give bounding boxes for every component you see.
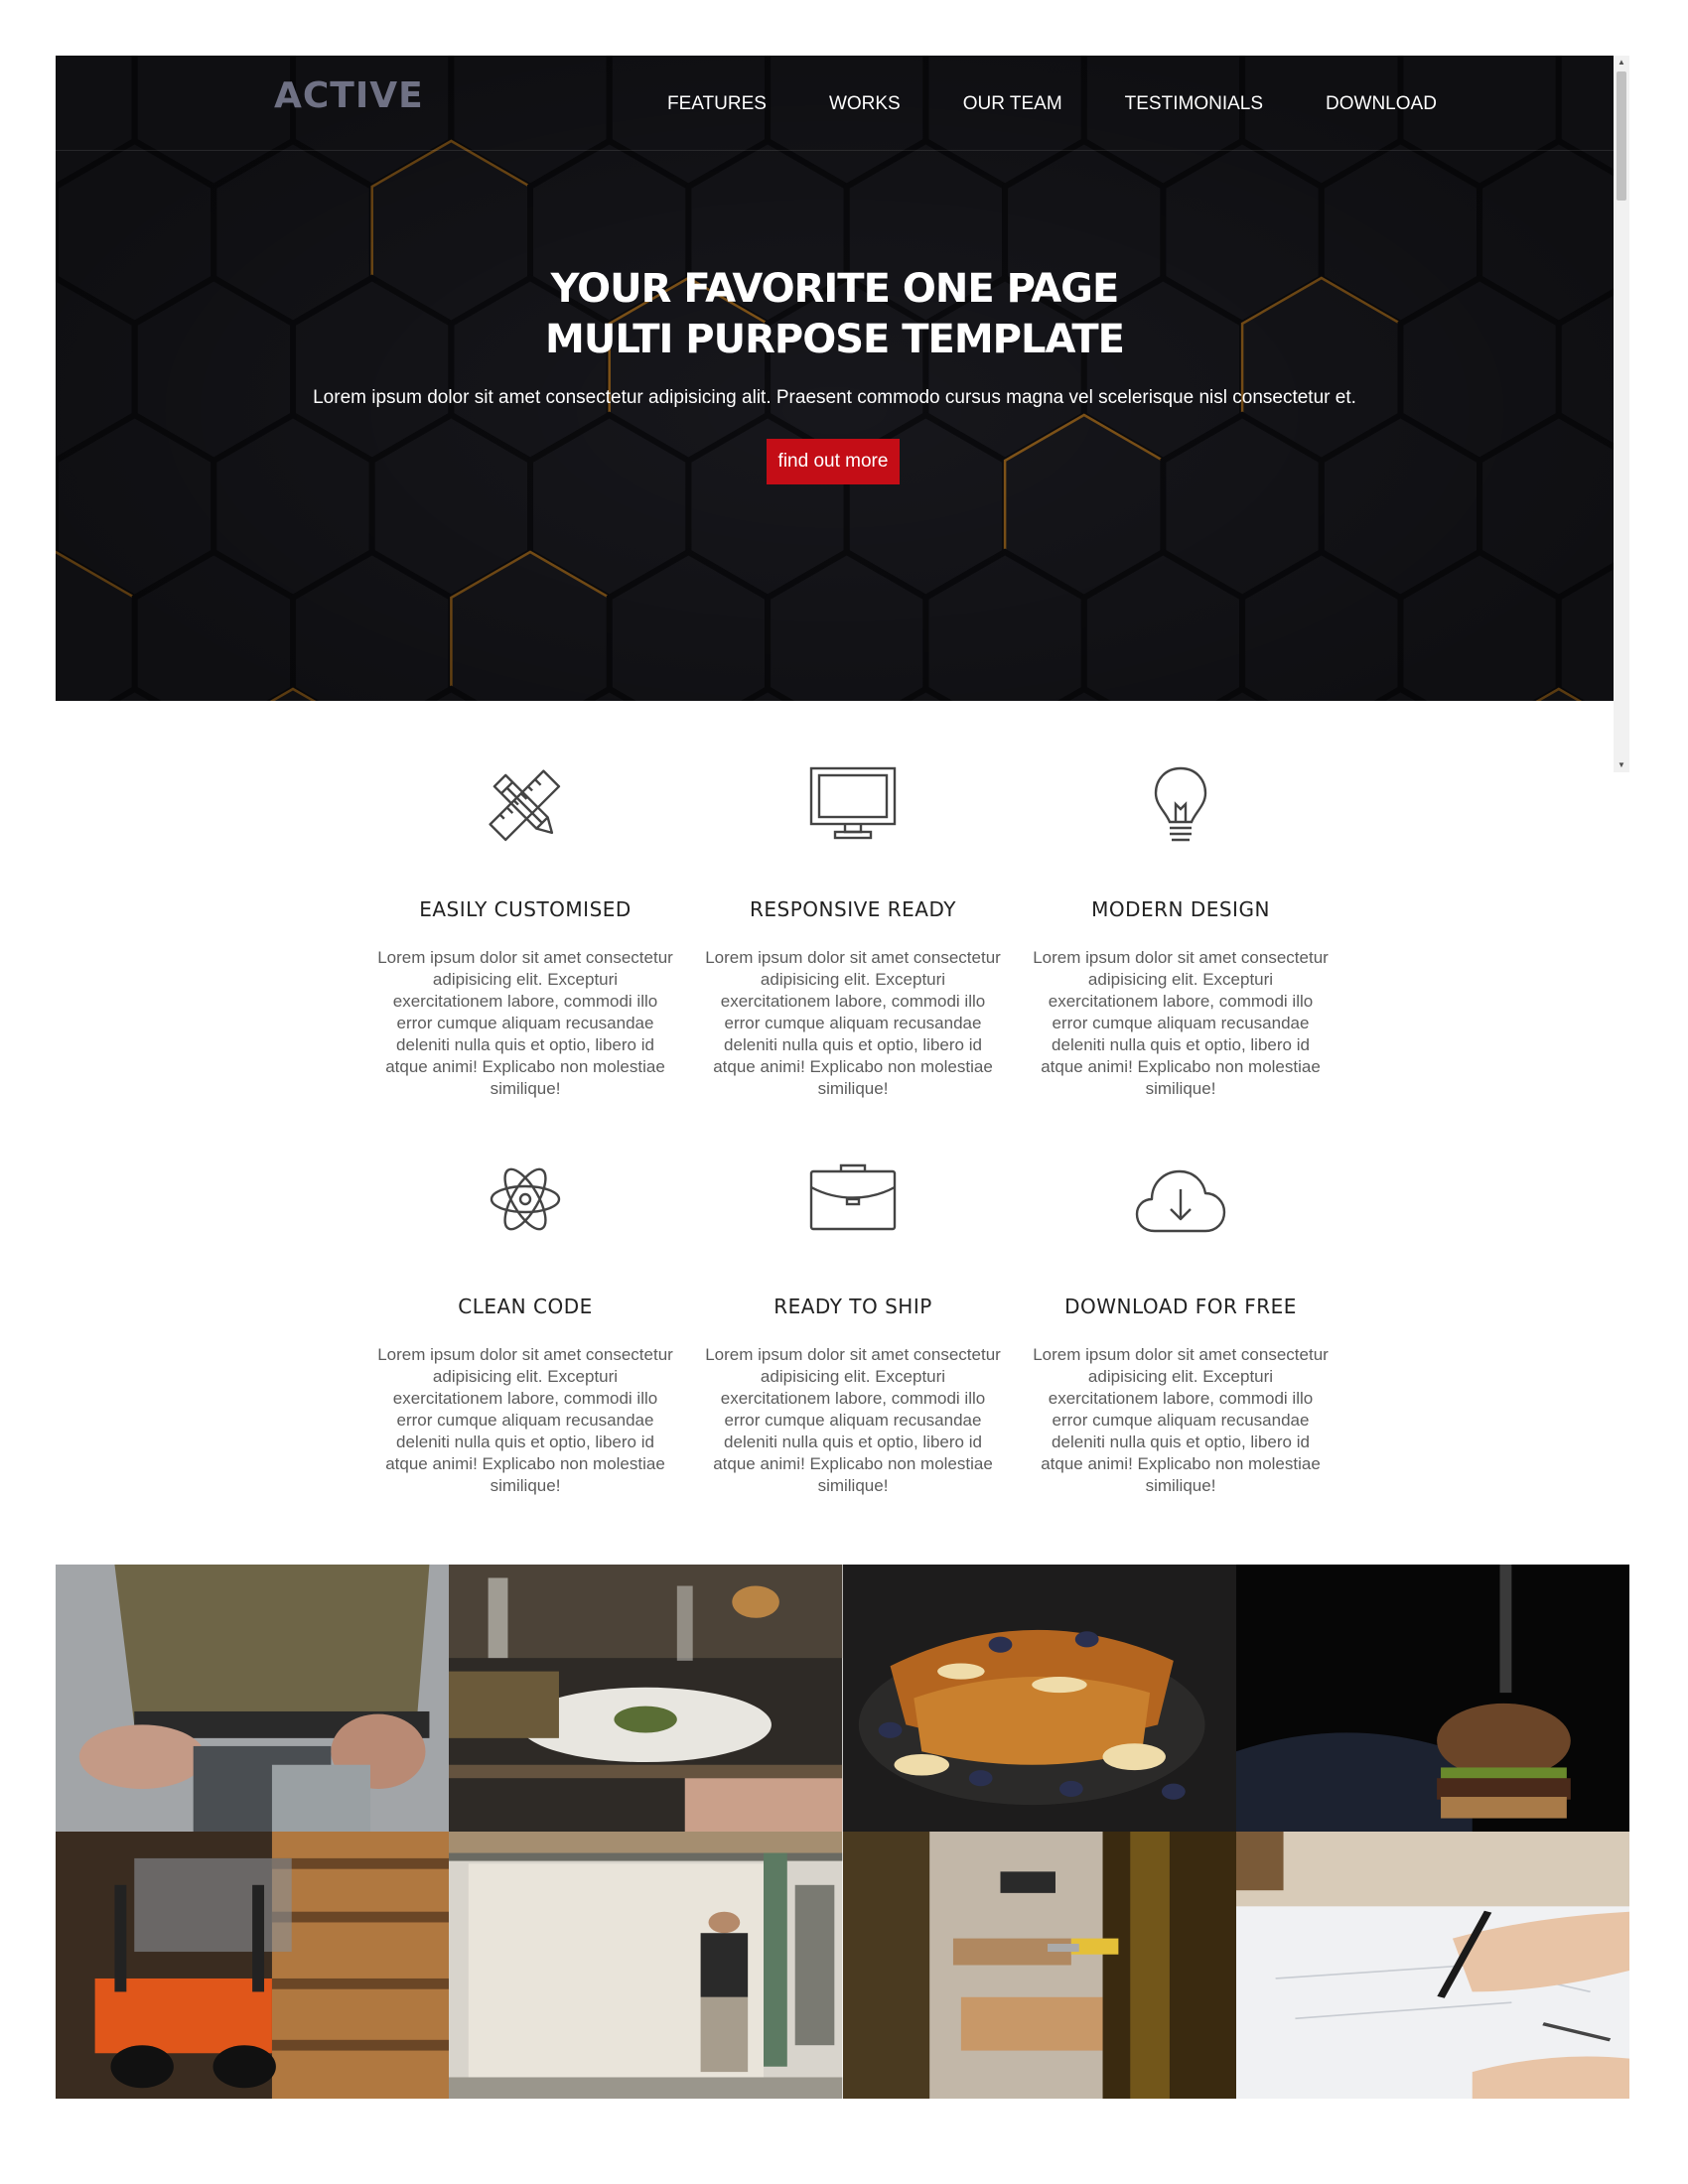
nav-link-works[interactable]: WORKS bbox=[829, 93, 901, 115]
pencil-ruler-icon bbox=[361, 764, 689, 860]
carpenter-working-photo[interactable] bbox=[56, 1565, 450, 1832]
scroll-down-arrow-icon[interactable]: ▼ bbox=[1614, 758, 1629, 772]
feature-item: CLEAN CODE Lorem ipsum dolor sit amet co… bbox=[361, 1161, 689, 1497]
feature-description: Lorem ipsum dolor sit amet consectetur a… bbox=[705, 1345, 1001, 1495]
atom-icon bbox=[361, 1161, 689, 1257]
feature-item: DOWNLOAD FOR FREE Lorem ipsum dolor sit … bbox=[1017, 1161, 1344, 1497]
main-nav: FEATURES WORKS OUR TEAM TESTIMONIALS DOW… bbox=[667, 93, 1499, 115]
navbar: ACTIVE FEATURES WORKS OUR TEAM TESTIMONI… bbox=[56, 56, 1614, 151]
feature-title: CLEAN CODE bbox=[458, 1295, 593, 1318]
feature-title: RESPONSIVE READY bbox=[750, 897, 956, 921]
page-scrollbar[interactable]: ▲ ▼ bbox=[1614, 56, 1629, 772]
feature-title: READY TO SHIP bbox=[774, 1295, 932, 1318]
feature-description: Lorem ipsum dolor sit amet consectetur a… bbox=[705, 948, 1001, 1098]
hero-vignette bbox=[56, 56, 1614, 701]
features-section: EASILY CUSTOMISED Lorem ipsum dolor sit … bbox=[361, 764, 1344, 1497]
nav-link-testimonials[interactable]: TESTIMONIALS bbox=[1125, 93, 1263, 115]
feature-title: DOWNLOAD FOR FREE bbox=[1064, 1295, 1297, 1318]
feature-item: RESPONSIVE READY Lorem ipsum dolor sit a… bbox=[689, 764, 1017, 1100]
woodworking-tools-photo[interactable] bbox=[842, 1832, 1236, 2099]
burger-with-knife-photo[interactable] bbox=[1235, 1565, 1629, 1832]
find-out-more-button[interactable]: find out more bbox=[767, 439, 900, 484]
logo[interactable]: ACTIVE bbox=[274, 75, 424, 116]
cloud-download-icon bbox=[1017, 1161, 1344, 1257]
hero-title-line-1: YOUR FAVORITE ONE PAGE bbox=[550, 266, 1120, 312]
briefcase-icon bbox=[689, 1161, 1017, 1257]
restaurant-dinner-table-photo[interactable] bbox=[449, 1565, 843, 1832]
feature-title: EASILY CUSTOMISED bbox=[419, 897, 632, 921]
nav-link-our-team[interactable]: OUR TEAM bbox=[963, 93, 1062, 115]
nav-link-features[interactable]: FEATURES bbox=[667, 93, 767, 115]
feature-title: MODERN DESIGN bbox=[1091, 897, 1270, 921]
feature-description: Lorem ipsum dolor sit amet consectetur a… bbox=[377, 948, 673, 1098]
nav-link-download[interactable]: DOWNLOAD bbox=[1326, 93, 1437, 115]
scroll-up-arrow-icon[interactable]: ▲ bbox=[1614, 56, 1629, 69]
feature-description: Lorem ipsum dolor sit amet consectetur a… bbox=[377, 1345, 673, 1495]
hero-section: ACTIVE FEATURES WORKS OUR TEAM TESTIMONI… bbox=[56, 56, 1614, 701]
feature-item: EASILY CUSTOMISED Lorem ipsum dolor sit … bbox=[361, 764, 689, 1100]
lightbulb-icon bbox=[1017, 764, 1344, 860]
hero-title-line-2: MULTI PURPOSE TEMPLATE bbox=[545, 317, 1125, 362]
hero-subtitle: Lorem ipsum dolor sit amet consectetur a… bbox=[313, 387, 1356, 408]
feature-description: Lorem ipsum dolor sit amet consectetur a… bbox=[1033, 1345, 1329, 1495]
french-toast-blueberries-photo[interactable] bbox=[842, 1565, 1236, 1832]
hero-title: YOUR FAVORITE ONE PAGE MULTI PURPOSE TEM… bbox=[56, 264, 1614, 365]
feature-item: MODERN DESIGN Lorem ipsum dolor sit amet… bbox=[1017, 764, 1344, 1100]
feature-description: Lorem ipsum dolor sit amet consectetur a… bbox=[1033, 948, 1329, 1098]
hand-drawing-blueprint-photo[interactable] bbox=[1235, 1832, 1629, 2099]
scrollbar-thumb[interactable] bbox=[1617, 71, 1626, 201]
works-gallery bbox=[56, 1565, 1629, 2099]
orange-forklift-warehouse-photo[interactable] bbox=[56, 1832, 450, 2099]
man-walking-workshop-photo[interactable] bbox=[449, 1832, 843, 2099]
feature-item: READY TO SHIP Lorem ipsum dolor sit amet… bbox=[689, 1161, 1017, 1497]
monitor-icon bbox=[689, 764, 1017, 860]
